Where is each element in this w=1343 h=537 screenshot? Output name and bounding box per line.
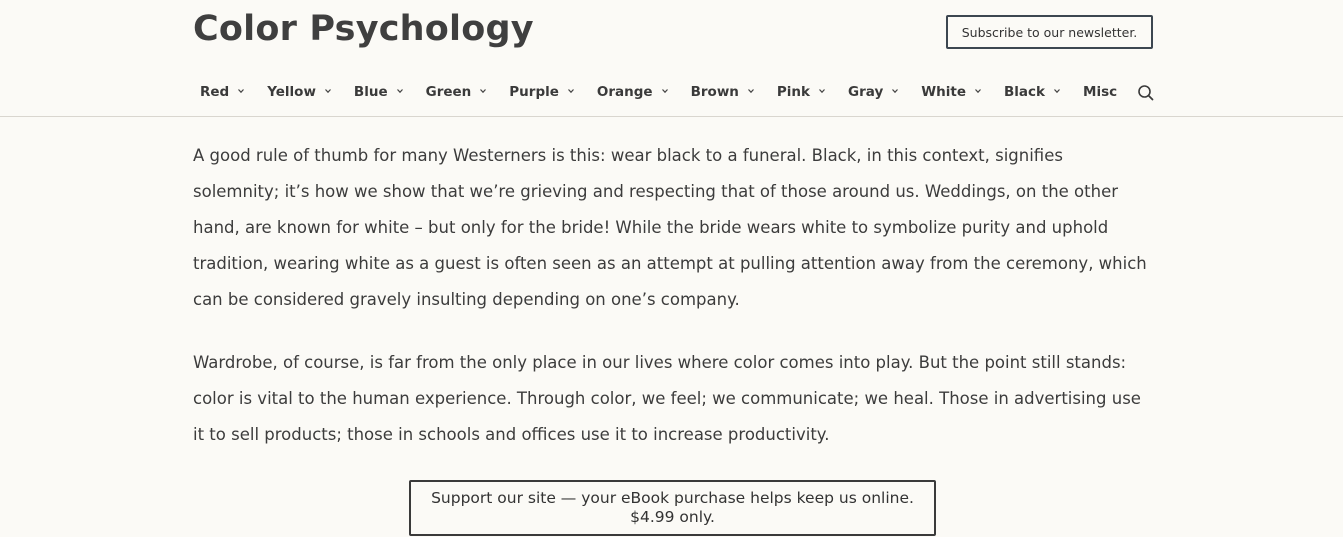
- nav-item-label: Purple: [509, 84, 559, 100]
- nav-item-label: Yellow: [267, 84, 316, 100]
- chevron-down-icon: [480, 89, 487, 94]
- ebook-support-button[interactable]: Support our site — your eBook purchase h…: [409, 480, 936, 536]
- nav-item-gray[interactable]: Gray: [848, 84, 899, 100]
- chevron-down-icon: [396, 89, 403, 94]
- nav-item-yellow[interactable]: Yellow: [267, 84, 331, 100]
- nav-item-white[interactable]: White: [921, 84, 981, 100]
- main-nav: Red Yellow Blue Green Purple Orange Brow…: [200, 82, 1117, 102]
- nav-item-label: White: [921, 84, 967, 100]
- nav-item-label: Blue: [353, 84, 388, 100]
- chevron-down-icon: [975, 89, 981, 94]
- nav-item-label: Green: [425, 84, 472, 100]
- chevron-down-icon: [892, 89, 899, 94]
- nav-item-brown[interactable]: Brown: [691, 84, 754, 100]
- nav-item-label: Misc: [1083, 84, 1118, 100]
- nav-item-label: Gray: [848, 84, 884, 100]
- nav-item-red[interactable]: Red: [200, 84, 245, 100]
- nav-item-pink[interactable]: Pink: [777, 84, 825, 100]
- ebook-price: $4.99 only.: [630, 508, 715, 526]
- nav-item-misc[interactable]: Misc: [1083, 84, 1117, 100]
- nav-item-label: Black: [1004, 84, 1046, 100]
- chevron-down-icon: [324, 89, 331, 94]
- nav-item-green[interactable]: Green: [426, 84, 487, 100]
- article-paragraph: A good rule of thumb for many Westerners…: [193, 146, 1147, 309]
- nav-item-label: Pink: [776, 84, 811, 100]
- nav-item-black[interactable]: Black: [1004, 84, 1060, 100]
- subscribe-button[interactable]: Subscribe to our newsletter.: [946, 15, 1153, 49]
- site-title[interactable]: Color Psychology: [193, 9, 534, 49]
- nav-item-orange[interactable]: Orange: [597, 84, 668, 100]
- nav-item-label: Red: [200, 84, 230, 100]
- nav-item-label: Brown: [690, 84, 739, 100]
- article-paragraph: Wardrobe, of course, is far from the onl…: [193, 353, 1141, 444]
- chevron-down-icon: [1054, 89, 1060, 94]
- chevron-down-icon: [747, 89, 754, 94]
- search-icon[interactable]: [1137, 84, 1154, 101]
- ebook-banner-text: Support our site — your eBook purchase h…: [431, 489, 914, 507]
- nav-item-blue[interactable]: Blue: [354, 84, 403, 100]
- chevron-down-icon: [238, 89, 245, 94]
- site-header: Color Psychology Subscribe to our newsle…: [0, 0, 1343, 117]
- chevron-down-icon: [661, 89, 668, 94]
- chevron-down-icon: [819, 89, 825, 94]
- nav-item-label: Orange: [596, 84, 653, 100]
- chevron-down-icon: [567, 89, 574, 94]
- nav-item-purple[interactable]: Purple: [509, 84, 574, 100]
